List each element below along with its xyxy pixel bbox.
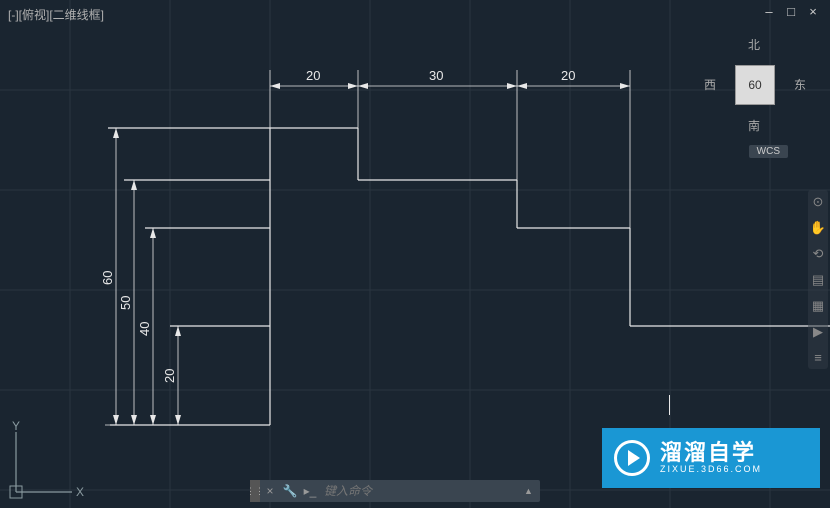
watermark-subtitle: ZIXUE.3D66.COM [660,464,762,474]
crosshair-v [669,395,670,415]
command-close-icon[interactable]: × [260,484,280,498]
svg-text:50: 50 [118,296,133,310]
tool-icon-3[interactable]: ▶ [813,324,823,340]
viewport-label[interactable]: [-][俯视][二维线框] [8,6,104,23]
zoom-icon[interactable]: ⊙ [813,194,824,210]
viewcube-south[interactable]: 南 [748,117,760,134]
orbit-icon[interactable]: ⟲ [813,246,824,262]
pan-icon[interactable]: ✋ [810,220,826,236]
command-handle[interactable]: ⋮⋮ [250,480,260,502]
viewcube[interactable]: 北 南 西 东 60 [710,40,800,130]
viewcube-west[interactable]: 西 [704,76,716,93]
command-customize-icon[interactable]: 🔧 [280,484,300,498]
window-controls: – □ × [762,4,820,18]
svg-text:20: 20 [561,68,575,83]
ucs-icon: X Y [10,419,84,499]
svg-text:20: 20 [162,369,177,383]
maximize-button[interactable]: □ [784,4,798,18]
svg-text:20: 20 [306,68,320,83]
viewcube-east[interactable]: 东 [794,76,806,93]
command-prompt-icon: ▸_ [300,484,320,498]
play-icon [614,440,650,476]
command-input[interactable] [320,484,524,498]
svg-text:40: 40 [137,322,152,336]
svg-text:Y: Y [12,419,20,433]
svg-text:X: X [76,485,84,499]
svg-text:60: 60 [100,271,115,285]
viewcube-face[interactable]: 60 [735,65,775,105]
dimensions: 20 30 20 60 50 40 20 [100,68,630,425]
viewcube-north[interactable]: 北 [748,36,760,53]
tool-icon-2[interactable]: ▦ [812,298,824,314]
command-history-icon[interactable]: ▲ [524,486,540,496]
close-button[interactable]: × [806,4,820,18]
tool-icon-4[interactable]: ≡ [814,350,822,365]
part-outline [108,128,830,425]
svg-text:30: 30 [429,68,443,83]
wcs-label[interactable]: WCS [749,145,788,158]
watermark: 溜溜自学 ZIXUE.3D66.COM [602,428,820,488]
watermark-title: 溜溜自学 [660,442,762,464]
command-bar: ⋮⋮ × 🔧 ▸_ ▲ [250,480,540,502]
tool-icon[interactable]: ▤ [812,272,824,288]
nav-tools: ⊙ ✋ ⟲ ▤ ▦ ▶ ≡ [808,190,828,369]
minimize-button[interactable]: – [762,4,776,18]
